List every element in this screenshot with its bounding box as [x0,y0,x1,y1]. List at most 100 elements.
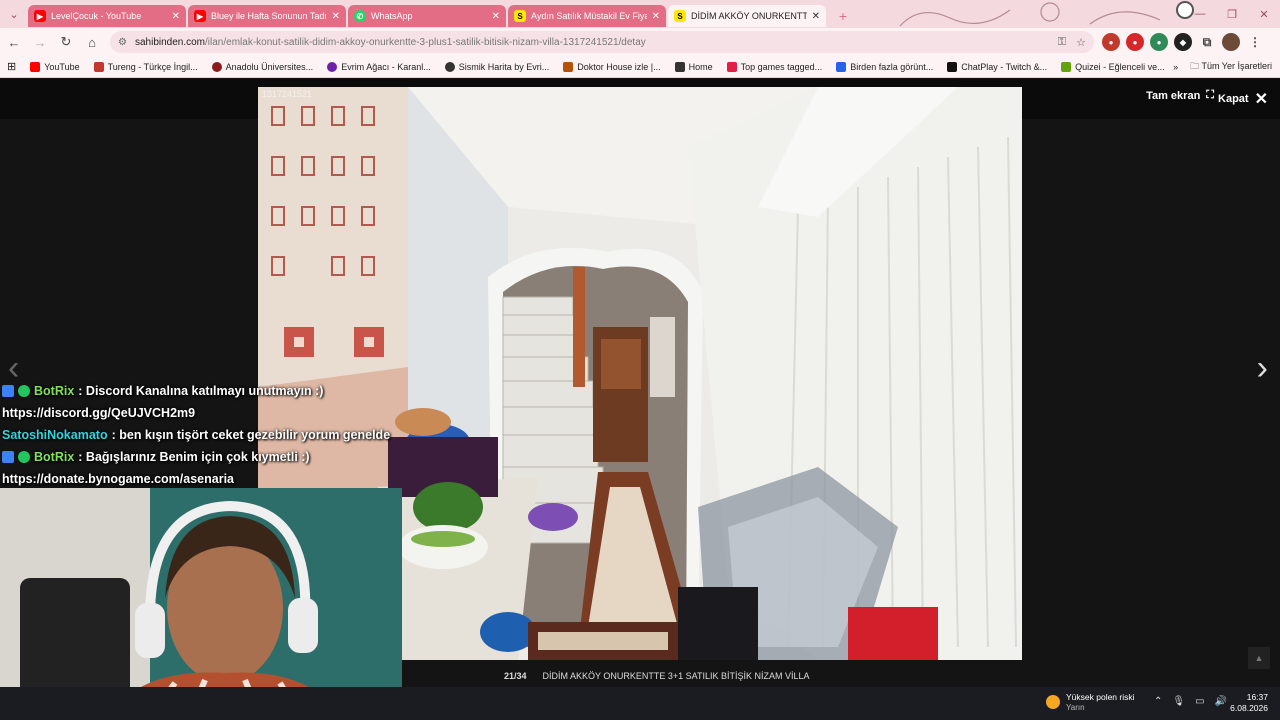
bookmarks-overflow-icon[interactable]: » [1173,62,1178,72]
forward-icon[interactable]: → [28,30,52,54]
tab-2[interactable]: ✆ WhatsApp ✕ [348,5,506,27]
bookmark-star-icon[interactable]: ☆ [1076,36,1086,49]
tab-search-icon[interactable]: ⌄ [0,0,28,28]
address-bar[interactable]: ⚙ sahibinden.com/ilan/emlak-konut-satili… [110,31,1094,53]
menu-kebab-icon[interactable]: ⋮ [1246,33,1264,51]
chat-message: https://discord.gg/QeUJVCH2m9 [2,402,412,424]
extension-icon[interactable]: ◆ [1174,33,1192,51]
chat-message: BotRix : Discord Kanalına katılmayı unut… [2,380,412,402]
restore-icon[interactable]: ❐ [1216,0,1248,28]
reload-icon[interactable]: ↻ [54,30,78,54]
chat-text: https://donate.bynogame.com/asenaria [2,472,234,486]
tab-3[interactable]: S Aydın Satılık Müstakil Ev Fiyatları ✕ [508,5,666,27]
tray-overflow-icon[interactable]: ⌃ [1154,696,1162,707]
tab-title: Bluey ile Hafta Sonunun Tadını [211,11,327,21]
chat-username: BotRix [34,384,75,398]
tab-1[interactable]: ▶ Bluey ile Hafta Sonunun Tadını ✕ [188,5,346,27]
bookmark-item[interactable]: Sismik Harita by Evri... [438,61,557,72]
theme-doodle [899,1,1194,27]
bookmark-favicon [211,61,222,72]
bookmark-favicon [563,61,574,72]
tab-title: LevelÇocuk - YouTube [51,11,142,21]
weather-text: Yüksek polen riski Yarın [1066,692,1135,712]
password-key-icon[interactable]: ⚿ [1058,36,1066,49]
tab-4[interactable]: S DİDİM AKKÖY ONURKENTTE 3+ ✕ [668,5,826,27]
chat-message: https://donate.bynogame.com/asenaria [2,468,412,490]
youtube-icon: ▶ [194,10,206,22]
home-icon[interactable]: ⌂ [80,30,104,54]
taskbar-clock[interactable]: 16:37 6.08.2026 [1230,692,1268,714]
bookmark-item[interactable]: Home [668,61,720,72]
bookmark-item[interactable]: Anadolu Üniversites... [205,61,321,72]
window-controls: — ❐ ✕ [1184,0,1280,28]
extension-icon[interactable]: ● [1150,33,1168,51]
bookmarks-bar: ⊞ YouTube Tureng - Türkçe İngil... Anado… [0,56,1280,78]
close-tab-icon[interactable]: ✕ [332,11,340,22]
bookmark-item[interactable]: Top games tagged... [720,61,830,72]
chat-message: BotRix : Bağışlarınız Benim için çok kıy… [2,446,412,468]
browser-toolbar: ← → ↻ ⌂ ⚙ sahibinden.com/ilan/emlak-konu… [0,28,1280,56]
bookmark-favicon [947,61,958,72]
weather-widget[interactable]: Yüksek polen riski Yarın [1046,692,1135,712]
pollen-icon [1046,695,1060,709]
volume-icon[interactable]: 🔊 [1215,696,1227,707]
extension-icon[interactable]: ● [1126,33,1144,51]
close-viewer-button[interactable]: Kapat ✕ [1218,89,1268,109]
display-icon[interactable]: ▭ [1195,696,1204,707]
windows-taskbar: Yüksek polen riski Yarın ⌃ 🎙 ▭ 🔊 16:37 6… [0,687,1280,720]
close-window-icon[interactable]: ✕ [1248,0,1280,28]
chat-badge-icon [2,451,14,463]
url-text: sahibinden.com/ilan/emlak-konut-satilik-… [134,36,646,48]
extensions-puzzle-icon[interactable]: ⧉ [1198,33,1216,51]
close-tab-icon[interactable]: ✕ [492,11,500,22]
site-info-icon[interactable]: ⚙ [118,37,127,48]
system-tray: ⌃ 🎙 ▭ 🔊 [1154,696,1227,707]
fullscreen-button[interactable]: Tam ekran ⛶ [1146,89,1214,102]
webcam-overlay [0,488,402,716]
sahibinden-icon: S [514,10,526,22]
all-bookmarks-folder[interactable]: 🗀 Tüm Yer İşaretleri [1190,59,1272,75]
apps-grid-icon[interactable]: ⊞ [0,60,23,73]
profile-avatar[interactable] [1222,33,1240,51]
chat-username: SatoshiNokamato [2,428,108,442]
chat-text: : Discord Kanalına katılmayı unutmayın :… [78,384,324,398]
tab-0[interactable]: ▶ LevelÇocuk - YouTube ✕ [28,5,186,27]
tab-title: WhatsApp [371,11,413,21]
streamer-webcam-image [0,488,402,716]
bookmark-item[interactable]: Quizei - Eğlenceli ve... [1054,61,1172,72]
new-tab-button[interactable]: + [832,5,854,27]
bookmark-item[interactable]: ChatPlay - Twitch &... [940,61,1054,72]
chat-badge-icon [2,385,14,397]
chat-text: : ben kışın tişört ceket gezebilir yorum… [111,428,391,442]
next-photo-icon[interactable]: › [1257,349,1268,388]
close-tab-icon[interactable]: ✕ [652,11,660,22]
bookmark-favicon [726,61,737,72]
bookmark-item[interactable]: Doktor House izle |... [556,61,667,72]
sahibinden-icon: S [674,10,686,22]
close-tab-icon[interactable]: ✕ [812,11,820,22]
bookmarks-right: » 🗀 Tüm Yer İşaretleri [1173,56,1272,78]
close-tab-icon[interactable]: ✕ [172,11,180,22]
bookmark-item[interactable]: Evrim Ağacı - Karanl... [320,61,438,72]
extensions-area: ● ● ● ◆ ⧉ ⋮ [1102,33,1264,51]
tab-title: Aydın Satılık Müstakil Ev Fiyatları [531,11,647,21]
bookmark-item[interactable]: Tureng - Türkçe İngil... [87,61,205,72]
fullscreen-icon: ⛶ [1206,89,1214,101]
extension-icon[interactable]: ● [1102,33,1120,51]
youtube-icon: ▶ [34,10,46,22]
minimize-icon[interactable]: — [1184,0,1216,28]
chat-username: BotRix [34,450,75,464]
listing-id-watermark: 1317241521 [262,89,313,99]
bookmark-item[interactable]: Birden fazla görünt... [829,61,940,72]
scroll-top-icon[interactable]: ▲ [1248,647,1270,669]
photo-counter: 21/34 [504,671,527,681]
chat-text: https://discord.gg/QeUJVCH2m9 [2,406,196,420]
tab-strip: ⌄ ▶ LevelÇocuk - YouTube ✕ ▶ Bluey ile H… [0,0,1280,28]
bookmark-favicon [327,61,338,72]
microphone-icon[interactable]: 🎙 [1172,696,1185,707]
stream-chat-overlay: BotRix : Discord Kanalına katılmayı unut… [2,380,412,490]
chat-message: SatoshiNokamato : ben kışın tişört ceket… [2,424,412,446]
bookmark-item[interactable]: YouTube [23,61,86,72]
bookmark-favicon [836,61,847,72]
back-icon[interactable]: ← [2,30,26,54]
